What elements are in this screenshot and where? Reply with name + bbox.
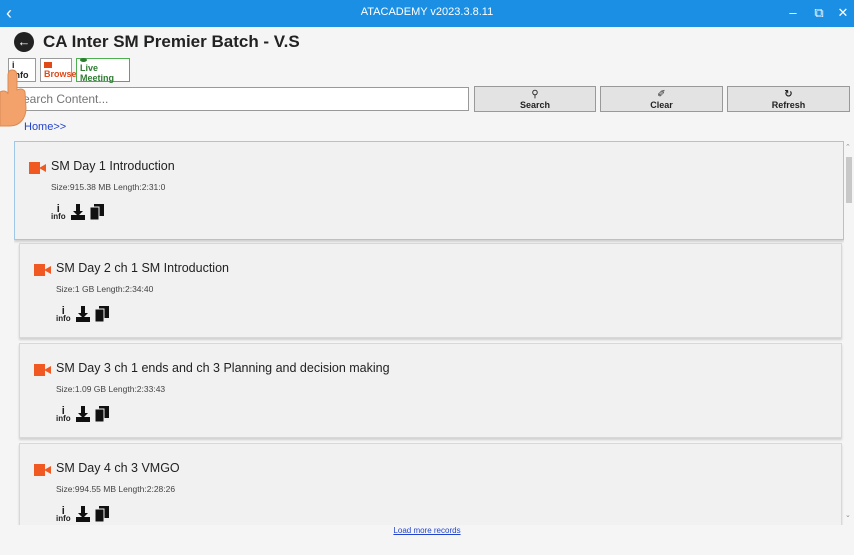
copy-icon[interactable] xyxy=(89,204,104,220)
refresh-button[interactable]: ↻ Refresh xyxy=(727,86,850,112)
live-meeting-button[interactable]: Live Meeting xyxy=(76,57,130,83)
clear-button[interactable]: ✐ Clear xyxy=(600,86,723,112)
download-icon[interactable] xyxy=(70,204,85,220)
list-item[interactable]: SM Day 4 ch 3 VMGO Size:994.55 MB Length… xyxy=(19,443,842,525)
info-icon-label: info xyxy=(51,212,66,221)
restore-button[interactable]: ⧉ xyxy=(810,4,828,22)
info-icon-label: info xyxy=(56,514,71,523)
refresh-icon: ↻ xyxy=(784,89,793,100)
item-meta: Size:1 GB Length:2:34:40 xyxy=(56,284,154,294)
refresh-button-label: Refresh xyxy=(771,100,806,110)
breadcrumb[interactable]: Home>> xyxy=(24,121,66,133)
live-icon xyxy=(80,57,87,62)
content-list: SM Day 1 Introduction Size:915.38 MB Len… xyxy=(14,141,844,525)
list-item[interactable]: SM Day 1 Introduction Size:915.38 MB Len… xyxy=(14,141,844,240)
browse-button-label: Browse xyxy=(44,68,77,79)
search-button[interactable]: ⚲ Search xyxy=(474,86,596,112)
window-titlebar: ‹ ATACADEMY v2023.3.8.11 ‒ ⧉ ✕ xyxy=(0,0,854,27)
info-icon[interactable]: i info xyxy=(51,204,66,221)
download-icon[interactable] xyxy=(75,506,90,522)
copy-icon[interactable] xyxy=(94,306,109,322)
clear-button-label: Clear xyxy=(650,100,673,110)
video-icon xyxy=(34,464,51,476)
pointer-hand-icon xyxy=(0,69,27,127)
search-button-label: Search xyxy=(519,100,551,110)
video-icon xyxy=(34,364,51,376)
live-meeting-button-label: Live Meeting xyxy=(80,62,115,83)
item-title: SM Day 4 ch 3 VMGO xyxy=(56,461,180,475)
download-icon[interactable] xyxy=(75,306,90,322)
video-icon xyxy=(34,264,51,276)
search-icon: ⚲ xyxy=(531,89,539,100)
list-item[interactable]: SM Day 2 ch 1 SM Introduction Size:1 GB … xyxy=(19,243,842,338)
close-button[interactable]: ✕ xyxy=(834,4,852,22)
minimize-button[interactable]: ‒ xyxy=(784,4,802,22)
browse-button[interactable]: Browse xyxy=(40,58,77,82)
list-scrollbar[interactable]: ⌃ ⌄ xyxy=(844,141,854,525)
info-icon[interactable]: i info xyxy=(56,506,71,523)
list-item[interactable]: SM Day 3 ch 1 ends and ch 3 Planning and… xyxy=(19,343,842,438)
item-title: SM Day 1 Introduction xyxy=(51,159,175,173)
item-meta: Size:1.09 GB Length:2:33:43 xyxy=(56,384,166,394)
search-input[interactable] xyxy=(8,87,469,111)
window-title: ATACADEMY v2023.3.8.11 xyxy=(360,6,494,18)
download-icon[interactable] xyxy=(75,406,90,422)
copy-icon[interactable] xyxy=(94,406,109,422)
item-title: SM Day 2 ch 1 SM Introduction xyxy=(56,261,229,275)
copy-icon[interactable] xyxy=(94,506,109,522)
back-icon[interactable]: ← xyxy=(14,32,34,52)
item-title: SM Day 3 ch 1 ends and ch 3 Planning and… xyxy=(56,361,390,375)
info-icon-label: info xyxy=(56,314,71,323)
item-meta: Size:915.38 MB Length:2:31:0 xyxy=(51,182,166,192)
scrollbar-thumb[interactable] xyxy=(846,157,852,203)
video-icon xyxy=(29,162,46,174)
scroll-down-icon[interactable]: ⌄ xyxy=(845,511,851,519)
info-icon-label: info xyxy=(56,414,71,423)
folder-icon xyxy=(44,61,52,68)
info-icon[interactable]: i info xyxy=(56,406,71,423)
info-icon[interactable]: i info xyxy=(56,306,71,323)
clear-icon: ✐ xyxy=(657,89,666,100)
scroll-up-icon[interactable]: ⌃ xyxy=(845,143,851,151)
page-header: ← CA Inter SM Premier Batch - V.S xyxy=(14,30,300,54)
load-more-link[interactable]: Load more records xyxy=(0,526,854,535)
item-meta: Size:994.55 MB Length:2:28:26 xyxy=(56,484,176,494)
page-title: CA Inter SM Premier Batch - V.S xyxy=(43,32,300,51)
